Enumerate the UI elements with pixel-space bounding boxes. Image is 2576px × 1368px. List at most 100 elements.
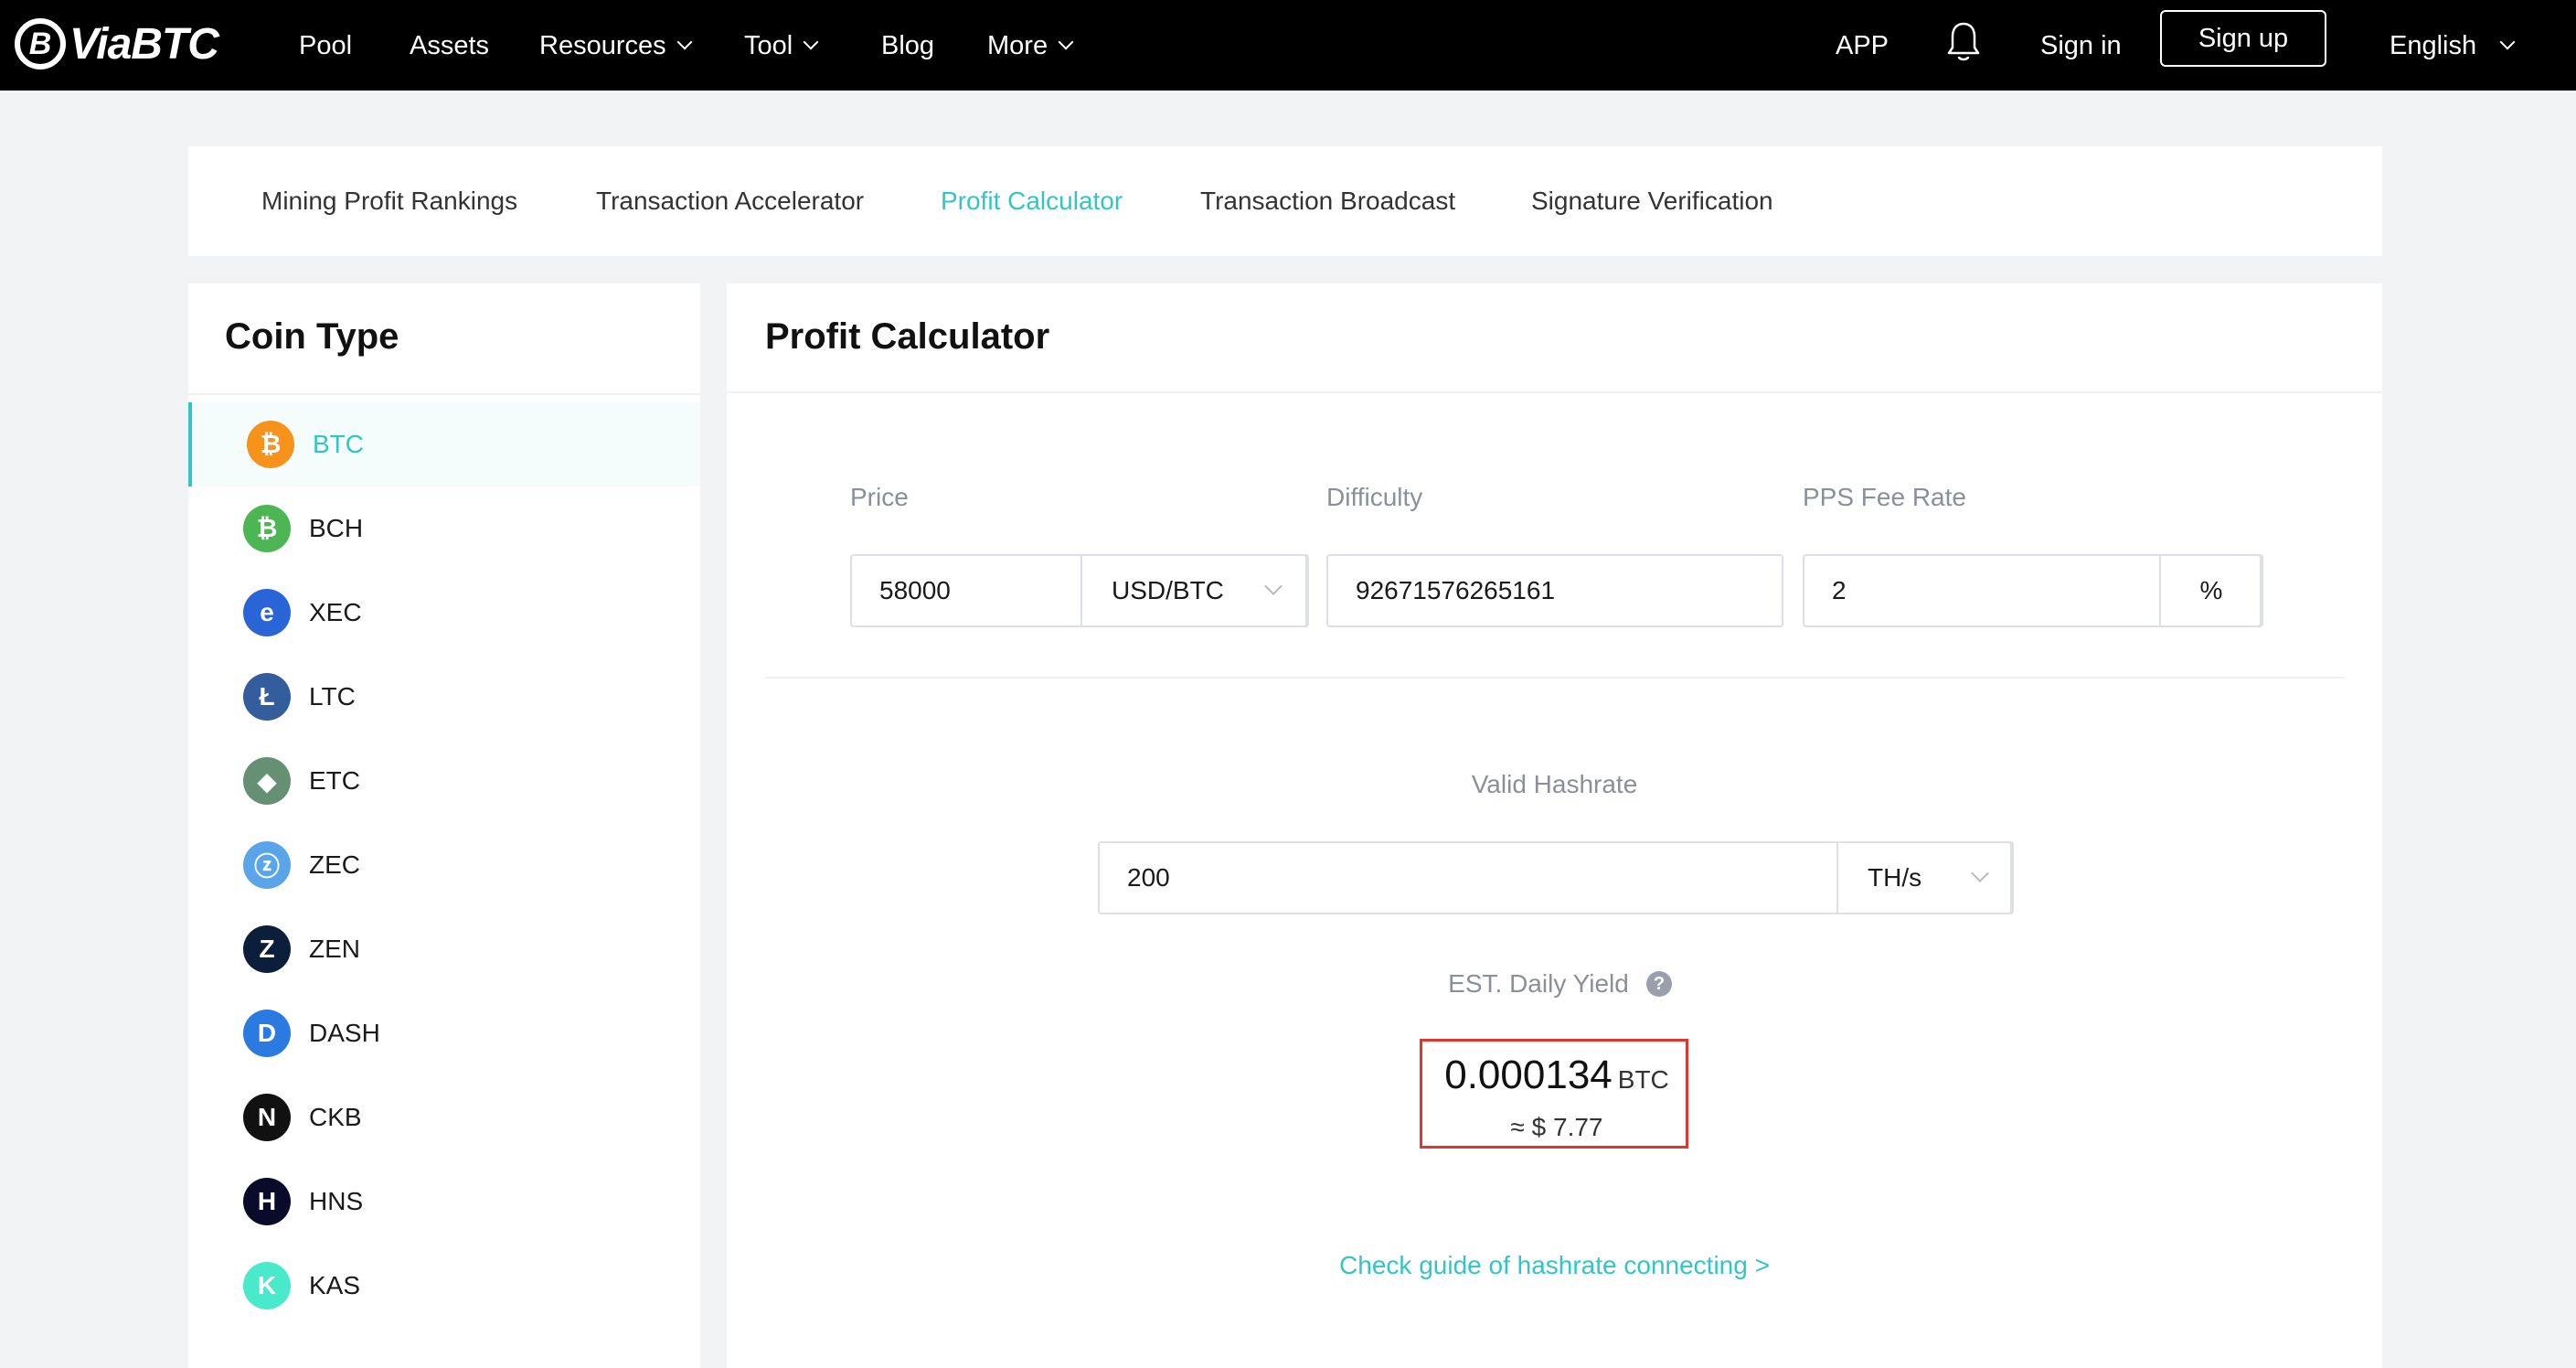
language-label: English <box>2390 30 2477 60</box>
pps-fee-field[interactable]: 2 % <box>1803 554 2263 627</box>
coin-item-ltc[interactable]: Ł LTC <box>188 655 700 739</box>
xec-icon: e <box>243 589 291 636</box>
hashrate-label: Valid Hashrate <box>1471 770 1638 798</box>
nav-signin-label: Sign in <box>2040 30 2122 60</box>
tab-signature-verification[interactable]: Signature Verification <box>1531 146 1773 256</box>
hashrate-unit-select[interactable]: TH/s <box>1836 841 2014 914</box>
divider <box>188 393 700 395</box>
yield-amount: 0.000134 <box>1444 1053 1613 1097</box>
difficulty-input[interactable]: 92671576265161 <box>1328 576 1555 605</box>
pps-fee-unit-label: % <box>2199 576 2223 604</box>
nav-signin[interactable]: Sign in <box>2040 20 2122 71</box>
yield-unit: BTC <box>1617 1065 1669 1094</box>
tool-tabs: Mining Profit Rankings Transaction Accel… <box>188 146 2382 256</box>
hashrate-guide-link[interactable]: Check guide of hashrate connecting > <box>727 1251 2382 1280</box>
coin-name: CKB <box>309 1103 362 1131</box>
logo-mark-icon: B <box>15 18 66 69</box>
price-unit-label: USD/BTC <box>1112 576 1224 604</box>
chevron-down-icon <box>1264 577 1283 595</box>
zen-icon: Z <box>243 925 291 973</box>
tab-transaction-accelerator[interactable]: Transaction Accelerator <box>596 146 864 256</box>
nav-blog-label: Blog <box>881 30 935 60</box>
nav-more-label: More <box>987 30 1048 60</box>
tab-mining-profit-rankings[interactable]: Mining Profit Rankings <box>261 146 517 256</box>
coin-name: BCH <box>309 514 364 542</box>
bch-icon: ₿ <box>243 505 291 552</box>
tab-label: Signature Verification <box>1531 187 1773 215</box>
tab-transaction-broadcast[interactable]: Transaction Broadcast <box>1200 146 1455 256</box>
price-field[interactable]: 58000 USD/BTC <box>850 554 1309 627</box>
etc-icon: ◆ <box>243 757 291 805</box>
signup-label: Sign up <box>2198 23 2289 53</box>
viabtc-logo[interactable]: B ViaBTC <box>15 13 219 75</box>
question-icon[interactable]: ? <box>1646 971 1672 997</box>
tab-label: Profit Calculator <box>941 187 1123 215</box>
divider <box>765 677 2345 679</box>
coin-name: BTC <box>313 430 364 458</box>
coin-item-etc[interactable]: ◆ ETC <box>188 739 700 823</box>
tab-label: Transaction Accelerator <box>596 187 865 215</box>
tab-label: Mining Profit Rankings <box>261 187 518 215</box>
price-label: Price <box>850 483 909 511</box>
hashrate-input[interactable]: 200 <box>1100 863 1170 892</box>
nav-resources-label: Resources <box>539 30 666 60</box>
signup-button[interactable]: Sign up <box>2160 10 2326 67</box>
nav-blog[interactable]: Blog <box>881 20 934 71</box>
nav-app[interactable]: APP <box>1836 20 1889 71</box>
price-unit-select[interactable]: USD/BTC <box>1080 554 1309 627</box>
coin-item-kas[interactable]: K KAS <box>188 1244 700 1328</box>
difficulty-label: Difficulty <box>1326 483 1423 511</box>
daily-yield-value: 0.000134 BTC <box>1422 1053 1691 1098</box>
sidebar-title: Coin Type <box>225 316 399 357</box>
coin-item-xec[interactable]: e XEC <box>188 571 700 655</box>
logo-text: ViaBTC <box>69 19 219 69</box>
divider <box>727 391 2382 393</box>
coin-name: ZEN <box>309 935 360 963</box>
coin-name: LTC <box>309 682 356 711</box>
hashrate-unit-label: TH/s <box>1868 863 1922 892</box>
coin-item-btc[interactable]: ₿ BTC <box>188 402 700 486</box>
daily-yield-label: EST. Daily Yield <box>1448 969 1629 998</box>
nav-app-label: APP <box>1836 30 1889 60</box>
btc-icon: ₿ <box>247 421 294 468</box>
chevron-down-icon <box>1058 34 1074 50</box>
kas-icon: K <box>243 1262 291 1309</box>
nav-assets-label: Assets <box>410 30 490 60</box>
nav-pool-label: Pool <box>299 30 353 60</box>
ltc-icon: Ł <box>243 673 291 721</box>
profit-calculator-panel: Profit Calculator Price 58000 USD/BTC Di… <box>727 283 2382 1368</box>
pps-fee-input[interactable]: 2 <box>1804 576 1847 605</box>
coin-item-dash[interactable]: D DASH <box>188 991 700 1075</box>
top-navbar: B ViaBTC Pool Assets Resources Tool Blog… <box>0 0 2576 91</box>
hns-icon: H <box>243 1178 291 1225</box>
nav-more[interactable]: More <box>987 20 1074 71</box>
chevron-down-icon <box>803 34 819 50</box>
hashrate-field[interactable]: 200 TH/s <box>1098 841 2014 914</box>
price-input[interactable]: 58000 <box>852 576 951 605</box>
coin-name: HNS <box>309 1187 364 1215</box>
difficulty-field[interactable]: 92671576265161 <box>1326 554 1783 627</box>
chevron-down-icon <box>676 34 693 50</box>
ckb-icon: N <box>243 1094 291 1141</box>
nav-assets[interactable]: Assets <box>410 20 489 71</box>
nav-pool[interactable]: Pool <box>299 20 352 71</box>
coin-name: DASH <box>309 1019 380 1047</box>
coin-name: XEC <box>309 598 362 626</box>
language-selector[interactable]: English <box>2390 20 2516 71</box>
coin-item-zen[interactable]: Z ZEN <box>188 907 700 991</box>
pps-fee-label: PPS Fee Rate <box>1803 483 1966 511</box>
coin-item-zec[interactable]: ⓩ ZEC <box>188 823 700 907</box>
chevron-down-icon <box>2499 34 2516 50</box>
coin-item-ckb[interactable]: N CKB <box>188 1075 700 1160</box>
dash-icon: D <box>243 1010 291 1057</box>
coin-type-sidebar: Coin Type ₿ BTC ₿ BCH e XEC Ł LTC ◆ ETC ⓩ ZEC Z ZEN D D… <box>188 283 700 1368</box>
nav-tool-label: Tool <box>744 30 793 60</box>
nav-tool[interactable]: Tool <box>744 20 819 71</box>
bell-icon[interactable] <box>1945 20 1982 64</box>
coin-item-hns[interactable]: H HNS <box>188 1160 700 1244</box>
tab-label: Transaction Broadcast <box>1200 187 1456 215</box>
panel-title: Profit Calculator <box>765 316 1050 357</box>
coin-item-bch[interactable]: ₿ BCH <box>188 486 700 571</box>
tab-profit-calculator[interactable]: Profit Calculator <box>941 146 1123 256</box>
nav-resources[interactable]: Resources <box>539 20 693 71</box>
